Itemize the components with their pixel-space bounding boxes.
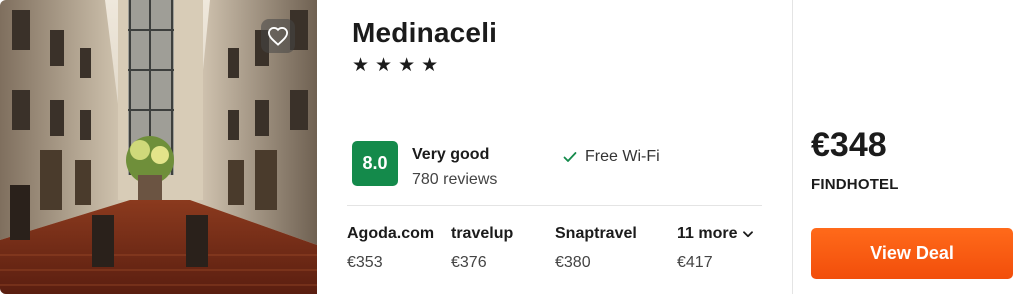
- rating-score-badge: 8.0: [352, 141, 398, 186]
- view-deal-button[interactable]: View Deal: [811, 228, 1013, 279]
- checkmark-icon: [563, 152, 577, 162]
- provider-price: €380: [555, 254, 591, 271]
- divider: [347, 205, 762, 206]
- deal-panel: €348 FINDHOTEL View Deal: [792, 0, 1024, 294]
- star-icon: ★: [375, 54, 393, 76]
- star-icon: ★: [398, 54, 416, 76]
- amenity-label: Free Wi-Fi: [585, 148, 660, 165]
- hotel-name[interactable]: Medinaceli: [352, 17, 497, 49]
- provider-name: Agoda.com: [347, 225, 435, 242]
- provider-snaptravel[interactable]: Snaptravel €380: [555, 225, 637, 272]
- more-providers[interactable]: 11 more €417: [677, 225, 754, 272]
- chevron-down-icon: [743, 230, 754, 237]
- best-price-provider: FINDHOTEL: [811, 176, 899, 193]
- provider-travelup[interactable]: travelup €376: [451, 225, 513, 272]
- provider-name: travelup: [451, 225, 514, 242]
- provider-name: Snaptravel: [555, 225, 637, 242]
- star-rating: ★ ★ ★ ★: [352, 55, 438, 75]
- more-providers-price: €417: [677, 254, 713, 271]
- rating-label: Very good: [412, 146, 490, 163]
- star-icon: ★: [352, 54, 370, 76]
- provider-price: €353: [347, 254, 383, 271]
- hotel-result-card[interactable]: Medinaceli ★ ★ ★ ★ 8.0 Very good 780 rev…: [0, 0, 1024, 294]
- star-icon: ★: [421, 54, 439, 76]
- amenity-wifi: Free Wi-Fi: [563, 148, 660, 166]
- heart-icon: [267, 26, 289, 46]
- more-providers-label: 11 more: [677, 225, 738, 242]
- provider-price: €376: [451, 254, 487, 271]
- best-price[interactable]: €348: [811, 126, 887, 165]
- hotel-photo[interactable]: [0, 0, 317, 294]
- hotel-info: Medinaceli ★ ★ ★ ★ 8.0 Very good 780 rev…: [317, 0, 792, 294]
- provider-agoda[interactable]: Agoda.com €353: [347, 225, 434, 272]
- favorite-button[interactable]: [261, 19, 295, 53]
- more-providers-toggle[interactable]: 11 more: [677, 225, 754, 243]
- review-count[interactable]: 780 reviews: [412, 171, 497, 189]
